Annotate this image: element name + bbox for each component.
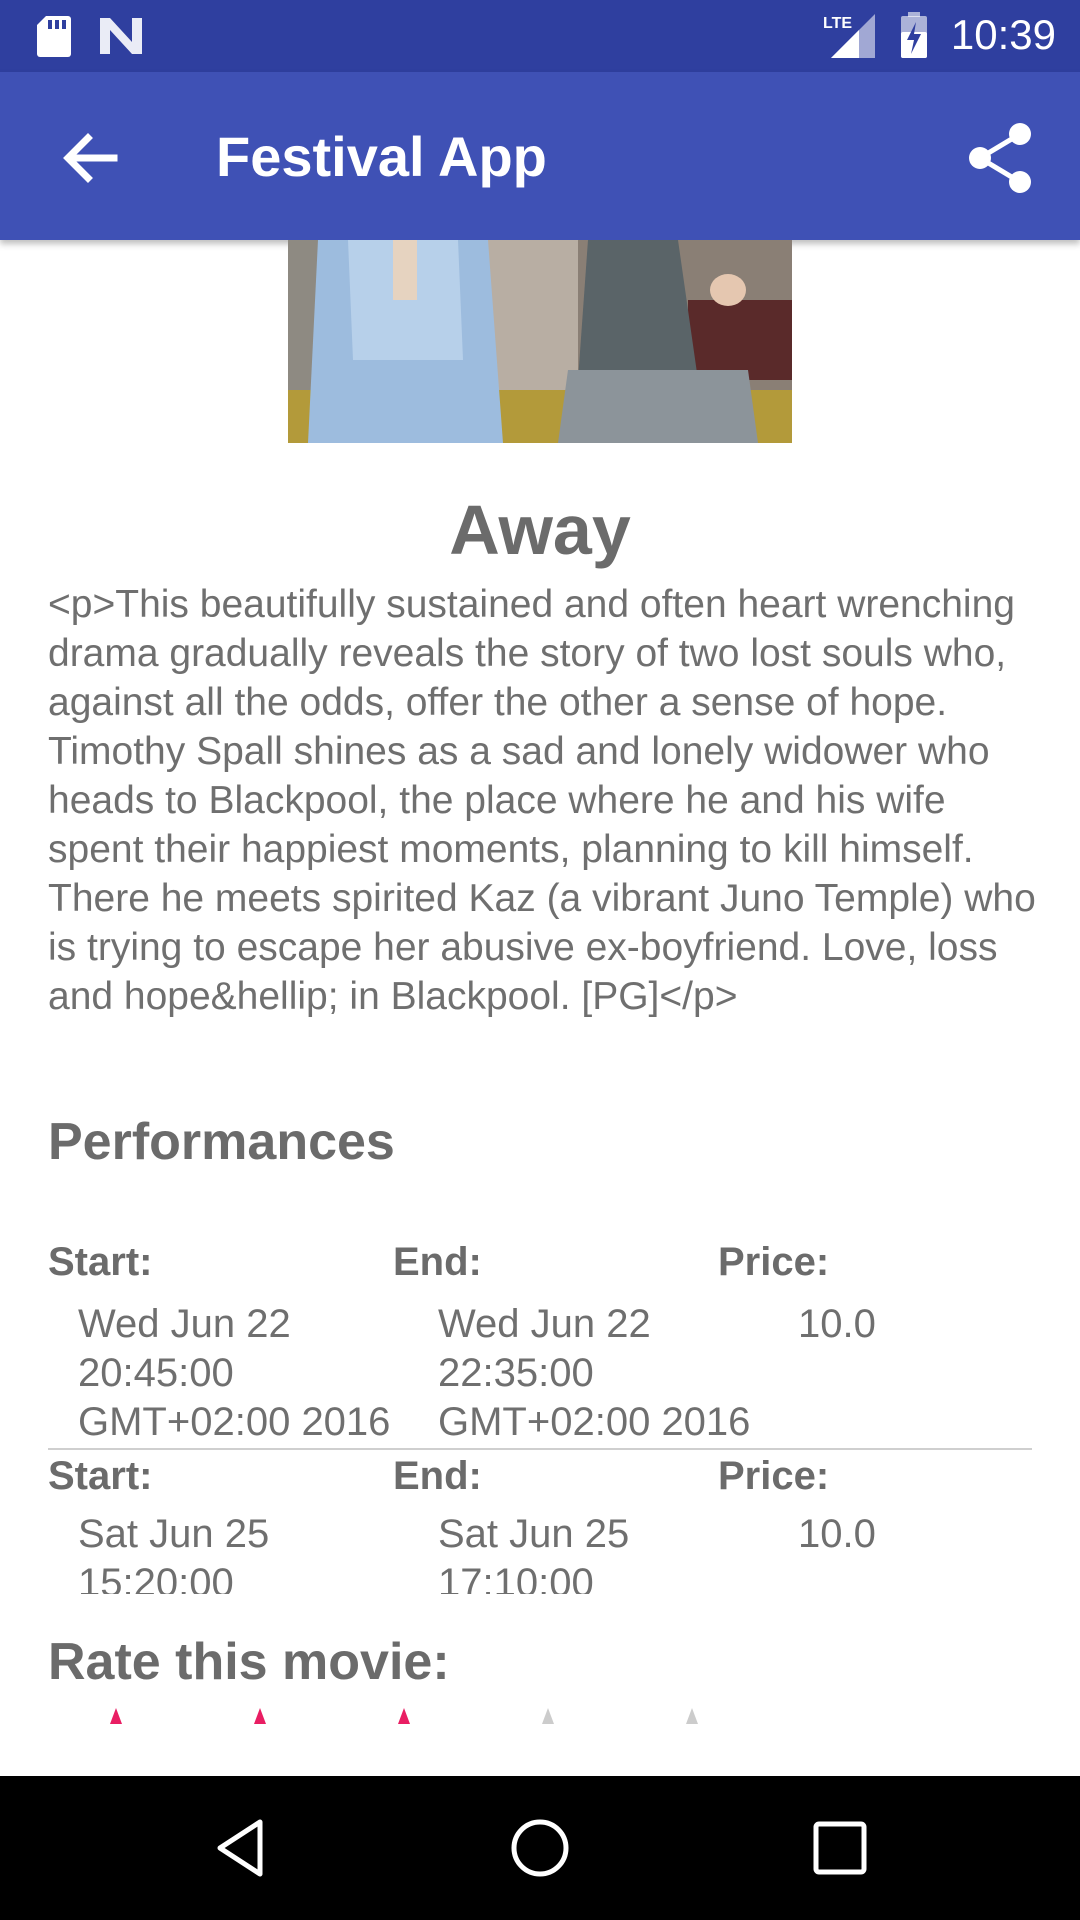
nav-back-icon[interactable] bbox=[204, 1812, 276, 1884]
rating-bar[interactable] bbox=[106, 1706, 726, 1730]
status-right: LTE 10:39 bbox=[821, 10, 1056, 60]
price-label: Price: bbox=[718, 1454, 830, 1498]
star-empty-icon[interactable] bbox=[538, 1706, 558, 1726]
end-label: End: bbox=[393, 1454, 482, 1498]
status-left bbox=[36, 14, 144, 58]
movie-description: <p>This beautifully sustained and often … bbox=[48, 583, 1036, 1018]
star-empty-icon[interactable] bbox=[682, 1706, 702, 1726]
n-notification-icon bbox=[100, 18, 142, 54]
start-label: Start: bbox=[48, 1454, 153, 1498]
app-title: Festival App bbox=[216, 125, 547, 188]
end-value: Wed Jun 22 22:35:00 GMT+02:00 2016 bbox=[438, 1302, 751, 1444]
app-bar: Festival App bbox=[0, 72, 1080, 240]
nav-home-icon[interactable] bbox=[504, 1812, 576, 1884]
rate-heading: Rate this movie: bbox=[48, 1633, 450, 1691]
sd-card-icon bbox=[37, 16, 71, 57]
battery-charging-icon bbox=[900, 12, 927, 58]
end-label: End: bbox=[393, 1240, 482, 1284]
price-value: 10.0 bbox=[798, 1512, 876, 1556]
performance-row: Start: End: Price: Wed Jun 22 20:45:00 G… bbox=[48, 1240, 1032, 1454]
svg-text:LTE: LTE bbox=[823, 15, 852, 32]
price-value: 10.0 bbox=[798, 1302, 876, 1346]
star-filled-icon[interactable] bbox=[250, 1706, 270, 1726]
system-nav-bar bbox=[0, 1776, 1080, 1920]
star-filled-icon[interactable] bbox=[394, 1706, 414, 1726]
movie-poster-image bbox=[288, 240, 792, 443]
movie-title: Away bbox=[449, 491, 631, 569]
lte-signal-icon: LTE bbox=[823, 14, 875, 58]
performance-row: Start: End: Price: Sat Jun 25 15:20:00 S… bbox=[48, 1454, 1032, 1594]
start-value: Sat Jun 25 15:20:00 bbox=[78, 1512, 270, 1594]
nav-recents-icon[interactable] bbox=[804, 1812, 876, 1884]
start-label: Start: bbox=[48, 1240, 153, 1284]
share-icon[interactable] bbox=[960, 118, 1040, 198]
arrow-back-icon[interactable] bbox=[54, 122, 126, 194]
row-divider bbox=[48, 1448, 1032, 1450]
performances-list[interactable]: Start: End: Price: Wed Jun 22 20:45:00 G… bbox=[48, 1240, 1032, 1594]
price-label: Price: bbox=[718, 1240, 830, 1284]
status-bar: LTE 10:39 bbox=[0, 0, 1080, 72]
star-filled-icon[interactable] bbox=[106, 1706, 126, 1726]
start-value: Wed Jun 22 20:45:00 GMT+02:00 2016 bbox=[78, 1302, 391, 1444]
performances-heading: Performances bbox=[48, 1113, 395, 1171]
end-value: Sat Jun 25 17:10:00 bbox=[438, 1512, 630, 1594]
status-time: 10:39 bbox=[950, 11, 1056, 58]
